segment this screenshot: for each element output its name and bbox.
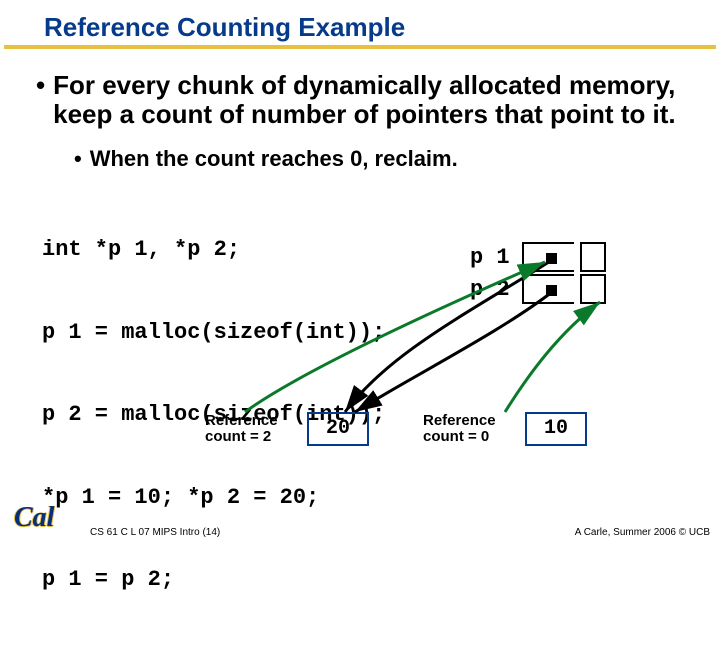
p1-row: p 1 — [470, 242, 700, 272]
refcount-row: Reference count = 2 20 Reference count =… — [205, 412, 601, 446]
value-box-right: 10 — [525, 412, 587, 446]
page-title: Reference Counting Example — [44, 12, 716, 43]
refcount-left-label: Reference count = 2 — [205, 413, 293, 446]
p2-row: p 2 — [470, 274, 700, 304]
pointer-dot-icon — [546, 285, 557, 296]
code-line: p 1 = p 2; — [42, 566, 700, 594]
p2-label: p 2 — [470, 277, 516, 302]
bullet-level1: • For every chunk of dynamically allocat… — [36, 71, 700, 129]
bullet-level2: • When the count reaches 0, reclaim. — [74, 147, 700, 171]
code-line: *p 1 = 10; *p 2 = 20; — [42, 484, 700, 512]
footer-right: A Carle, Summer 2006 © UCB — [575, 527, 710, 538]
refcount-right-label: Reference count = 0 — [423, 413, 511, 446]
bullet-dot-icon: • — [36, 71, 45, 129]
footer-left: CS 61 C L 07 MIPS Intro (14) — [90, 527, 220, 538]
p2-halfbox — [580, 274, 606, 304]
p2-box — [522, 274, 574, 304]
pointer-diagram: p 1 p 2 — [470, 242, 700, 306]
cal-logo: Cal — [14, 502, 54, 534]
bullet-dot-icon: • — [74, 147, 82, 171]
slide-content: • For every chunk of dynamically allocat… — [0, 49, 720, 649]
bullet1-text: For every chunk of dynamically allocated… — [53, 71, 700, 129]
p1-halfbox — [580, 242, 606, 272]
p1-label: p 1 — [470, 245, 516, 270]
title-bar: Reference Counting Example — [4, 12, 716, 49]
bullet2-text: When the count reaches 0, reclaim. — [90, 147, 458, 171]
pointer-dot-icon — [546, 253, 557, 264]
code-line: p 1 = malloc(sizeof(int)); — [42, 319, 700, 347]
value-box-left: 20 — [307, 412, 369, 446]
p1-box — [522, 242, 574, 272]
